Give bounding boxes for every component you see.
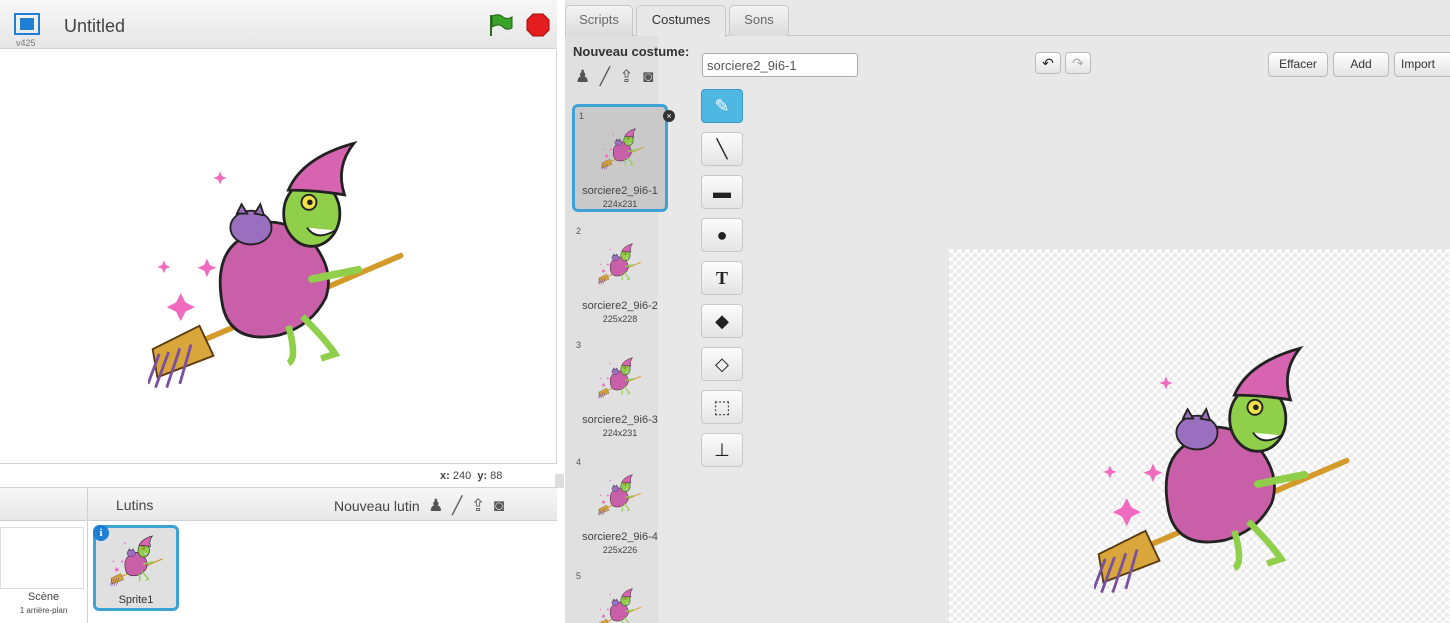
upload-costume-icon[interactable]: ⇪ [615,67,633,86]
sprite-thumb-image [110,535,163,588]
add-button[interactable]: Add [1333,52,1389,77]
x-label: x: [440,470,450,482]
new-costume-label: Nouveau costume: [573,44,690,59]
costume-thumb [598,587,642,623]
tab-costumes[interactable]: Costumes [636,5,726,37]
mouse-coordinates: x: 240 y: 88 [440,470,502,482]
eraser-icon[interactable]: ◇ [701,347,743,381]
paint-costume-icon[interactable]: ╱ [595,67,610,86]
scene-backdrop-count: 1 arrière-plan [19,606,68,615]
rectangle-icon[interactable]: ▬ [701,175,743,209]
costume-item[interactable]: 3 sorciere2_9i6-3 224x231 [572,336,668,444]
tab-sounds[interactable]: Sons [729,5,789,36]
costume-name-input[interactable] [702,53,858,77]
costume-thumb [598,473,642,517]
costume-number: 3 [576,340,582,350]
y-label: y: [477,470,488,482]
select-icon[interactable]: ⬚ [701,390,743,424]
camera-icon[interactable]: ◙ [638,67,653,86]
costume-name: sorciere2_9i6-2 [582,300,658,312]
costume-name: sorciere2_9i6-3 [582,414,658,426]
line-icon[interactable]: ╲ [701,132,743,166]
costume-size: 224x231 [602,199,638,209]
stamp-icon[interactable]: ⊥ [701,433,743,467]
info-icon[interactable]: i [93,525,109,541]
costume-thumb [598,242,642,286]
paint-canvas[interactable] [949,249,1450,623]
tab-scripts[interactable]: Scripts [565,5,633,36]
x-value: 240 [452,470,472,482]
new-sprite-label: Nouveau lutin [334,498,420,514]
scene-thumbnail[interactable] [0,527,84,589]
version-label: v425 [16,38,36,48]
paint-new-sprite-icon[interactable]: ╱ [447,496,462,515]
costume-item[interactable]: 4 sorciere2_9i6-4 225x226 [572,453,668,561]
fullscreen-icon[interactable] [14,13,40,35]
new-costume-tools: ♟ ╱ ⇪ ◙ [575,67,653,87]
costume-size: 225x226 [602,545,638,555]
costume-library-icon[interactable]: ♟ [575,67,590,86]
text-icon[interactable]: T [701,261,743,295]
costume-size: 225x228 [602,314,638,324]
costume-name: sorciere2_9i6-1 [582,185,658,197]
stage[interactable] [0,50,557,464]
collapse-stage-handle[interactable] [555,474,564,488]
costume-item[interactable]: 5 [572,567,668,623]
divider [87,487,88,623]
costume-name: sorciere2_9i6-4 [582,531,658,543]
ellipse-icon[interactable]: ● [701,218,743,252]
new-sprite-area: Nouveau lutin ♟ ╱ ⇪ ◙ [334,496,504,516]
costume-number: 4 [576,457,582,467]
clear-button[interactable]: Effacer [1268,52,1328,77]
fill-bucket-icon[interactable]: ◆ [701,304,743,338]
camera-icon[interactable]: ◙ [489,496,504,515]
costume-size: 224x231 [602,428,638,438]
project-title: Untitled [64,16,126,36]
witch-sprite-on-stage[interactable] [148,125,410,405]
undo-icon[interactable]: ↶ [1035,52,1061,74]
costume-item[interactable]: 2 sorciere2_9i6-2 225x228 [572,222,668,330]
delete-costume-icon[interactable]: × [663,110,675,122]
upload-sprite-icon[interactable]: ⇪ [466,496,485,515]
costume-item[interactable]: 1 sorciere2_9i6-1 224x231 [572,104,668,212]
import-button[interactable]: Import [1394,52,1450,77]
costume-number: 2 [576,226,582,236]
stop-icon[interactable] [526,13,550,37]
costume-thumb [598,356,642,400]
sprite-name: Sprite1 [118,594,154,606]
sprite-library-icon[interactable]: ♟ [424,496,443,515]
costume-number: 1 [579,111,585,121]
sprites-title: Lutins [116,497,154,513]
green-flag-icon[interactable] [487,13,513,37]
scene-label: Scène [27,591,60,603]
redo-icon[interactable]: ↷ [1065,52,1091,74]
y-value: 88 [490,470,503,482]
costume-thumb [601,127,645,171]
brush-icon[interactable]: ✎ [701,89,743,123]
costume-number: 5 [576,571,582,581]
witch-costume-artwork [1094,329,1356,611]
